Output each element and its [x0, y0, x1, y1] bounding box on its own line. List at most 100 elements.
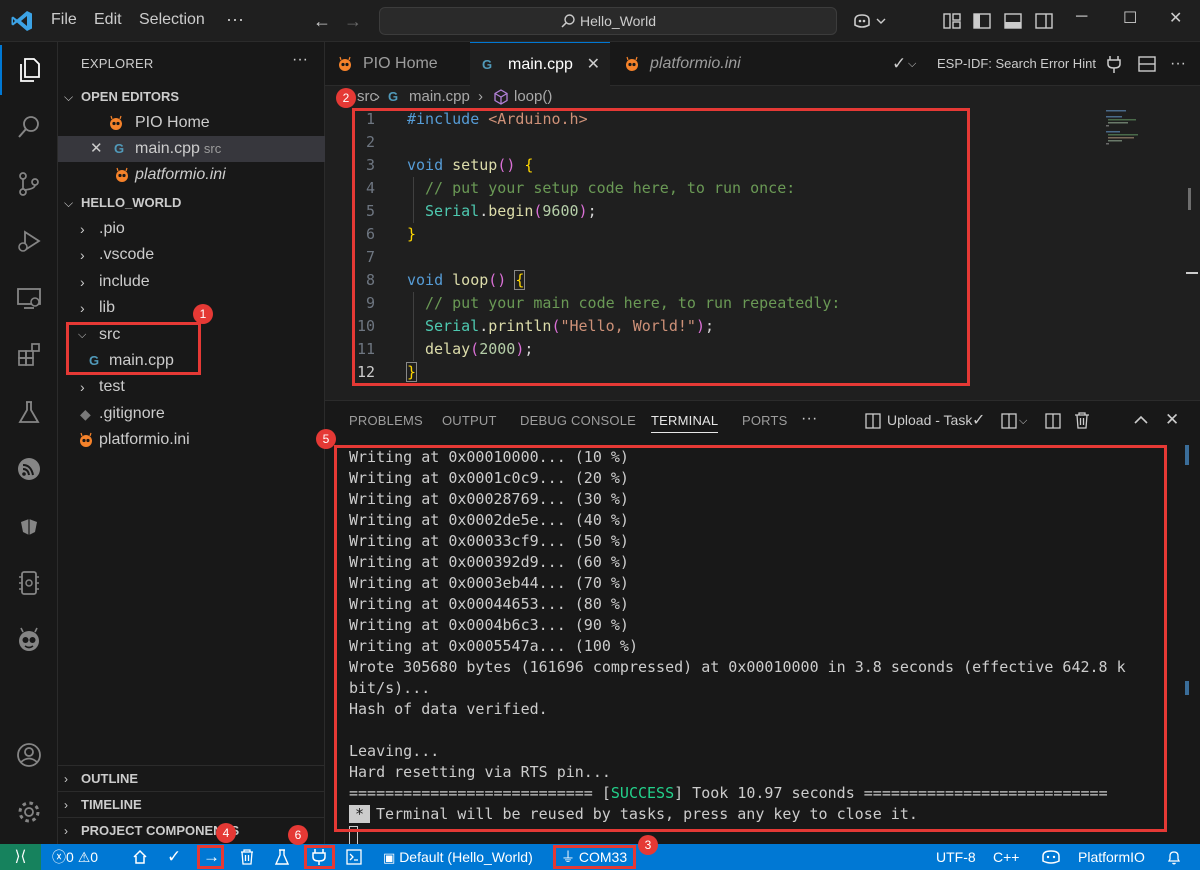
code-token: println — [488, 317, 552, 335]
toggle-panel-icon[interactable] — [1003, 11, 1023, 31]
tree-item-test[interactable]: › test — [58, 374, 325, 400]
close-icon[interactable]: ✕ — [90, 136, 103, 162]
tab-label: main.cpp — [508, 56, 573, 73]
chevron-down-icon[interactable]: ⌵ — [1019, 415, 1027, 428]
forward-arrow-icon[interactable]: → — [344, 11, 362, 32]
ant-extension-icon[interactable] — [0, 501, 58, 551]
code-editor[interactable]: 1 #include <Arduino.h> 2 3 void setup() { … — [325, 108, 1175, 398]
vscode-logo-icon — [11, 11, 32, 31]
back-arrow-icon[interactable]: ← — [313, 11, 331, 32]
tree-item-label: .gitignore — [99, 405, 165, 422]
platformio-home-icon[interactable] — [132, 849, 148, 865]
minimize-icon[interactable]: ─ — [1076, 8, 1087, 26]
remote-indicator-icon[interactable]: ⟩⟨ — [0, 844, 41, 870]
breadcrumb-symbol[interactable]: loop() — [514, 86, 552, 108]
minimap[interactable] — [1104, 108, 1184, 168]
run-and-debug-icon[interactable] — [0, 216, 58, 266]
notifications-bell-icon[interactable] — [1166, 849, 1182, 865]
tab-debug-console[interactable]: DEBUG CONSOLE — [520, 413, 636, 428]
open-editors-section[interactable]: ⌵ OPEN EDITORS — [58, 84, 325, 110]
terminal-icon[interactable] — [346, 849, 362, 865]
copilot-icon[interactable] — [1041, 849, 1061, 865]
remote-explorer-icon[interactable] — [0, 273, 58, 323]
problems-status[interactable]: ⓧ0 ⚠0 — [52, 844, 98, 870]
open-editor-platformio-ini[interactable]: platformio.ini — [58, 162, 325, 188]
tree-item-vscode[interactable]: › .vscode — [58, 242, 325, 268]
tree-item-include[interactable]: › include — [58, 269, 325, 295]
test-flask-icon[interactable] — [275, 849, 289, 865]
command-center-search[interactable]: Hello_World — [379, 7, 837, 35]
copilot-icon[interactable] — [852, 11, 886, 31]
platformio-status[interactable]: PlatformIO — [1078, 844, 1145, 870]
project-folder-section[interactable]: ⌵ HELLO_WORLD — [58, 190, 325, 216]
tab-ports[interactable]: PORTS — [742, 413, 788, 428]
breadcrumb-file[interactable]: main.cpp — [409, 86, 470, 108]
manage-gear-icon[interactable] — [0, 787, 58, 837]
explorer-icon[interactable] — [0, 45, 58, 95]
terminal-line: Writing at 0x00010000... (10 %) — [349, 448, 629, 466]
upload-arrow-icon[interactable]: → — [203, 844, 220, 870]
device-monitor-icon[interactable] — [0, 558, 58, 608]
editor-scrollbar[interactable] — [1185, 108, 1200, 398]
maximize-panel-icon[interactable] — [1133, 414, 1149, 426]
tree-item-lib[interactable]: › lib — [58, 295, 325, 321]
terminal-line: Writing at 0x00028769... (30 %) — [349, 490, 629, 508]
tab-main-cpp[interactable]: G main.cpp ✕ — [470, 42, 610, 86]
breadcrumb-folder[interactable]: src — [357, 86, 377, 108]
search-icon[interactable] — [0, 102, 58, 152]
tab-platformio-ini[interactable]: platformio.ini — [612, 42, 774, 86]
build-check-icon[interactable]: ✓ — [167, 844, 181, 870]
close-window-icon[interactable]: ✕ — [1169, 8, 1182, 28]
close-icon[interactable]: ✕ — [587, 43, 600, 87]
panel-more-button[interactable]: ··· — [801, 410, 818, 428]
customize-layout-icon[interactable] — [942, 11, 962, 31]
source-control-icon[interactable] — [0, 159, 58, 209]
close-panel-icon[interactable]: ✕ — [1165, 410, 1179, 430]
serial-monitor-plug-icon[interactable] — [312, 848, 326, 866]
project-environment-selector[interactable]: ▣ Default (Hello_World) — [383, 844, 533, 870]
check-icon[interactable]: ✓ — [892, 42, 906, 86]
annotation-badge-1: 1 — [193, 304, 213, 324]
tab-pio-home[interactable]: PIO Home — [325, 42, 468, 86]
toggle-secondary-sidebar-icon[interactable] — [1034, 11, 1054, 31]
more-actions-icon[interactable]: ··· — [1170, 42, 1186, 86]
tree-item-pio[interactable]: › .pio — [58, 216, 325, 242]
tab-terminal[interactable]: TERMINAL — [651, 413, 719, 433]
open-editor-main-cpp[interactable]: ✕ G main.cpp src — [58, 136, 325, 162]
chevron-down-icon[interactable]: ⌵ — [908, 42, 916, 86]
explorer-more-button[interactable]: ··· — [292, 51, 308, 69]
trash-icon[interactable] — [1074, 412, 1090, 429]
testing-flask-icon[interactable] — [0, 387, 58, 437]
port-selector[interactable]: ⏚ COM33 — [561, 844, 627, 870]
maximize-icon[interactable]: ☐ — [1123, 8, 1137, 28]
project-components-section[interactable]: › PROJECT COMPONENTS — [58, 817, 325, 843]
split-terminal-icon[interactable] — [1001, 413, 1017, 429]
language-mode-selector[interactable]: C++ — [993, 844, 1019, 870]
tab-problems[interactable]: PROBLEMS — [349, 413, 423, 428]
method-symbol-icon — [494, 89, 508, 105]
tree-item-src[interactable]: ⌵ src — [58, 322, 325, 348]
accounts-icon[interactable] — [0, 730, 58, 780]
tree-item-gitignore[interactable]: ◆ .gitignore — [58, 401, 325, 427]
clean-trash-icon[interactable] — [240, 849, 254, 865]
extensions-icon[interactable] — [0, 330, 58, 380]
split-editor-icon[interactable] — [1138, 55, 1156, 73]
open-editor-pio-home[interactable]: PIO Home — [58, 110, 325, 136]
toggle-primary-sidebar-icon[interactable] — [972, 11, 992, 31]
plug-icon[interactable] — [1106, 54, 1122, 74]
tab-output[interactable]: OUTPUT — [442, 413, 497, 428]
esp-idf-icon[interactable] — [0, 444, 58, 494]
outline-section[interactable]: › OUTLINE — [58, 765, 325, 791]
panel-layout-icon[interactable] — [1045, 413, 1061, 429]
timeline-section[interactable]: › TIMELINE — [58, 791, 325, 817]
platformio-alien-icon[interactable] — [0, 615, 58, 665]
tree-item-main-cpp[interactable]: Gmain.cpp — [58, 348, 325, 374]
menu-file[interactable]: File — [51, 11, 77, 29]
open-editor-label: PIO Home — [135, 114, 210, 131]
encoding-selector[interactable]: UTF-8 — [936, 844, 976, 870]
menu-edit[interactable]: Edit — [94, 11, 122, 29]
menu-more-button[interactable]: ··· — [226, 9, 244, 30]
esp-idf-error-hint-button[interactable]: ESP-IDF: Search Error Hint — [937, 42, 1096, 86]
tree-item-platformio-ini[interactable]: platformio.ini — [58, 427, 325, 453]
menu-selection[interactable]: Selection — [139, 11, 205, 29]
